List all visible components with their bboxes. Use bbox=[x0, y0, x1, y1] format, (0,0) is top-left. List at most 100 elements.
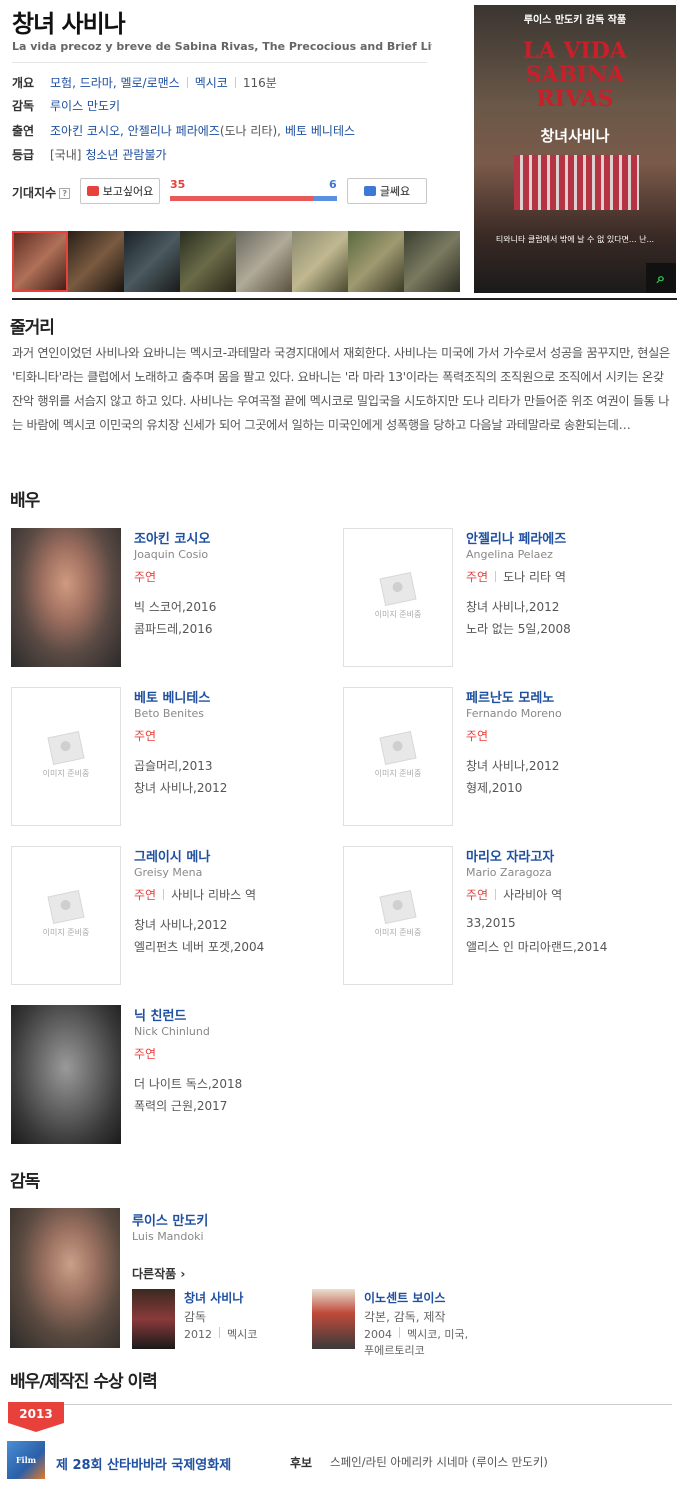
poster-title: LA VIDA SABINA RIVAS bbox=[523, 38, 627, 112]
festival-icon: Film bbox=[7, 1441, 45, 1479]
director-en-name: Luis Mandoki bbox=[132, 1230, 204, 1243]
stills-strip bbox=[12, 231, 460, 292]
actor-en-name: Nick Chinlund bbox=[134, 1025, 210, 1038]
poster-bottom-text: 티와니타 클럽에서 밖에 날 수 없 있다면... 난... bbox=[495, 235, 655, 244]
still-thumbnail[interactable] bbox=[292, 231, 348, 292]
still-thumbnail[interactable] bbox=[180, 231, 236, 292]
actor-work[interactable]: 빅 스코어,2016 bbox=[134, 598, 216, 615]
rating-link[interactable]: 청소년 관람불가 bbox=[85, 146, 166, 163]
cast-label: 출연 bbox=[12, 123, 35, 138]
divider bbox=[12, 62, 427, 63]
actor-role: 주연 bbox=[134, 568, 156, 585]
actor-en-name: Mario Zaragoza bbox=[466, 866, 552, 879]
work-poster[interactable] bbox=[312, 1289, 355, 1349]
synopsis-text: 과거 연인이었던 사비나와 요바니는 멕시코-과테말라 국경지대에서 재회한다.… bbox=[12, 346, 670, 432]
director-work-item[interactable]: 이노센트 보이스 각본, 감독, 제작 2004 멕시코, 미국, 푸에르토리코 bbox=[312, 1289, 482, 1357]
actor-role: 주연 사비나 리바스 역 bbox=[134, 886, 256, 903]
zoom-icon[interactable]: ⌕ bbox=[646, 263, 676, 293]
movie-poster[interactable]: 루이스 만도키 감독 작품 LA VIDA SABINA RIVAS 창녀사비나… bbox=[474, 5, 676, 293]
still-thumbnail[interactable] bbox=[348, 231, 404, 292]
actor-work[interactable]: 창녀 사비나,2012 bbox=[134, 916, 227, 933]
genre-link[interactable]: 모험, 드라마, 멜로/로맨스 bbox=[50, 74, 180, 91]
actor-en-name: Beto Benites bbox=[134, 707, 205, 720]
director-link[interactable]: 루이스 만도키 bbox=[50, 97, 120, 114]
info-director: 감독 루이스 만도키 bbox=[12, 96, 120, 114]
actor-work[interactable]: 더 나이트 독스,2018 bbox=[134, 1075, 242, 1092]
work-title[interactable]: 이노센트 보이스 bbox=[364, 1289, 445, 1306]
country-link[interactable]: 멕시코 bbox=[195, 74, 228, 91]
award-detail: 스페인/라틴 아메리카 시네마 (루이스 만도키) bbox=[330, 1455, 548, 1469]
cast-link-last[interactable]: 베토 베니테스 bbox=[285, 122, 355, 139]
actor-work[interactable]: 33,2015 bbox=[466, 916, 516, 930]
actors-heading: 배우 bbox=[10, 491, 40, 511]
want-to-see-button[interactable]: 보고싶어요 bbox=[80, 178, 160, 204]
actor-name[interactable]: 닉 친런드 bbox=[134, 1005, 186, 1024]
actor-photo[interactable]: 이미지 준비중 bbox=[11, 687, 121, 826]
work-poster[interactable] bbox=[132, 1289, 175, 1349]
actor-name[interactable]: 안젤리나 페라에즈 bbox=[466, 528, 566, 547]
rating-label: 등급 bbox=[12, 147, 35, 162]
actor-work[interactable]: 창녀 사비나,2012 bbox=[466, 598, 559, 615]
image-placeholder: 이미지 준비중 bbox=[12, 847, 120, 984]
actor-work[interactable]: 창녀 사비나,2012 bbox=[134, 779, 227, 796]
actor-role: 주연 bbox=[134, 1045, 156, 1062]
still-thumbnail[interactable] bbox=[236, 231, 292, 292]
actor-work[interactable]: 형제,2010 bbox=[466, 779, 522, 796]
festival-name[interactable]: 제 28회 산타바바라 국제영화제 bbox=[56, 1454, 231, 1473]
actor-photo[interactable] bbox=[11, 1005, 121, 1144]
movie-original-title: La vida precoz y breve de Sabina Rivas, … bbox=[12, 40, 432, 53]
still-thumbnail[interactable] bbox=[124, 231, 180, 292]
actor-card: 이미지 준비중 마리오 자라고자 Mario Zaragoza 주연 사라비아 역 33,… bbox=[343, 846, 663, 986]
director-heading: 감독 bbox=[10, 1172, 40, 1192]
actor-work[interactable]: 폭력의 근원,2017 bbox=[134, 1097, 227, 1114]
role-character: 도나 리타 역 bbox=[503, 570, 566, 584]
cast-link[interactable]: 조아킨 코시오, 안젤리나 페라에즈 bbox=[50, 122, 220, 139]
placeholder-image-icon bbox=[379, 571, 417, 607]
actor-photo[interactable]: 이미지 준비중 bbox=[343, 687, 453, 826]
work-role: 각본, 감독, 제작 bbox=[364, 1310, 446, 1324]
actor-card: 조아킨 코시오 Joaquin Cosio 주연빅 스코어,2016 콤파드레,201… bbox=[11, 528, 331, 668]
actor-work[interactable]: 노라 없는 5일,2008 bbox=[466, 620, 571, 637]
rating-prefix: [국내] bbox=[50, 147, 82, 162]
still-thumbnail[interactable] bbox=[404, 231, 460, 292]
actor-en-name: Greisy Mena bbox=[134, 866, 203, 879]
synopsis-heading: 줄거리 bbox=[10, 318, 55, 338]
actor-photo[interactable]: 이미지 준비중 bbox=[11, 846, 121, 985]
still-thumbnail[interactable] bbox=[12, 231, 68, 292]
actor-name[interactable]: 마리오 자라고자 bbox=[466, 846, 554, 865]
actor-name[interactable]: 페르난도 모레노 bbox=[466, 687, 554, 706]
actor-photo[interactable]: 이미지 준비중 bbox=[343, 528, 453, 667]
not-sure-button[interactable]: 글쎄요 bbox=[347, 178, 427, 204]
director-name[interactable]: 루이스 만도키 bbox=[132, 1210, 208, 1229]
actor-photo[interactable] bbox=[11, 528, 121, 667]
actor-en-name: Joaquin Cosio bbox=[134, 548, 209, 561]
director-work-item[interactable]: 창녀 사비나 감독 2012 멕시코 bbox=[132, 1289, 302, 1351]
poster-image bbox=[514, 155, 639, 210]
award-year-badge: 2013 bbox=[8, 1402, 64, 1432]
actor-work[interactable]: 콤파드레,2016 bbox=[134, 620, 213, 637]
placeholder-text: 이미지 준비중 bbox=[42, 769, 90, 778]
image-placeholder: 이미지 준비중 bbox=[344, 847, 452, 984]
director-label: 감독 bbox=[12, 98, 35, 113]
placeholder-text: 이미지 준비중 bbox=[374, 769, 422, 778]
movie-title: 창녀 사비나 bbox=[12, 10, 126, 38]
other-works-link[interactable]: 다른작품 › bbox=[132, 1265, 185, 1282]
actor-name[interactable]: 그레이시 메나 bbox=[134, 846, 210, 865]
thumbs-up-icon bbox=[86, 186, 99, 196]
actor-name[interactable]: 베토 베니테스 bbox=[134, 687, 210, 706]
director-photo[interactable] bbox=[10, 1208, 120, 1348]
actor-work[interactable]: 엘리펀츠 네버 포겟,2004 bbox=[134, 938, 264, 955]
help-icon[interactable]: ? bbox=[59, 188, 71, 199]
info-rating: 등급 [국내] 청소년 관람불가 bbox=[12, 145, 167, 163]
role-type: 주연 bbox=[134, 1047, 157, 1061]
actor-role: 주연 사라비아 역 bbox=[466, 886, 562, 903]
actor-photo[interactable]: 이미지 준비중 bbox=[343, 846, 453, 985]
work-title[interactable]: 창녀 사비나 bbox=[184, 1289, 243, 1306]
actor-work[interactable]: 곱슬머리,2013 bbox=[134, 757, 213, 774]
info-overview: 개요 모험, 드라마, 멜로/로맨스 멕시코 116분 bbox=[12, 73, 277, 91]
actor-name[interactable]: 조아킨 코시오 bbox=[134, 528, 210, 547]
still-thumbnail[interactable] bbox=[68, 231, 124, 292]
actor-work[interactable]: 앨리스 인 마리아랜드,2014 bbox=[466, 938, 607, 955]
image-placeholder: 이미지 준비중 bbox=[344, 529, 452, 666]
actor-work[interactable]: 창녀 사비나,2012 bbox=[466, 757, 559, 774]
